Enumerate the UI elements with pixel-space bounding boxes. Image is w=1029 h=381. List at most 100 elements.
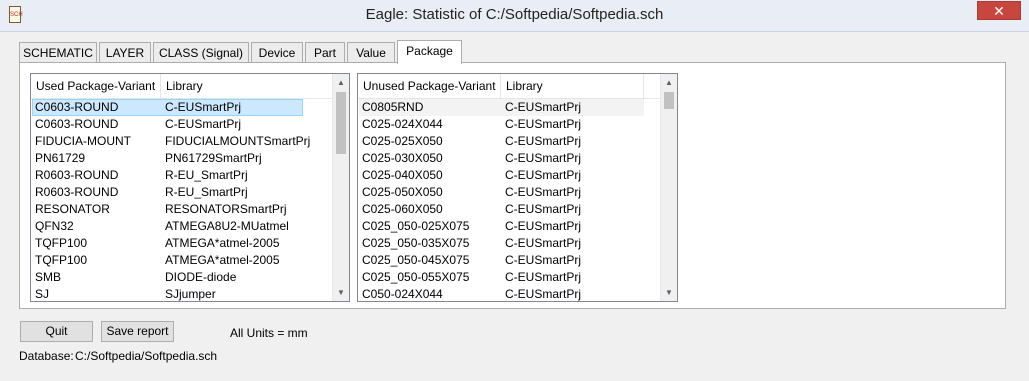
library-cell: DIODE-diode xyxy=(165,270,237,284)
table-row[interactable]: C0603-ROUND C-EUSmartPrj xyxy=(31,99,332,116)
package-variant-cell: PN61729 xyxy=(35,151,86,165)
vertical-scrollbar[interactable]: ▲ ▼ xyxy=(332,74,349,301)
table-row[interactable]: QFN32 ATMEGA8U2-MUatmel xyxy=(31,218,332,235)
library-cell: C-EUSmartPrj xyxy=(505,168,582,182)
package-variant-cell: C0805RND xyxy=(362,100,424,114)
package-variant-cell: C025-025X050 xyxy=(362,134,443,148)
package-variant-cell: C025-040X050 xyxy=(362,168,443,182)
scroll-down-arrow-icon[interactable]: ▼ xyxy=(333,284,349,301)
table-row[interactable]: C0805RND C-EUSmartPrj xyxy=(358,99,660,116)
package-variant-cell: TQFP100 xyxy=(35,253,88,267)
library-cell: C-EUSmartPrj xyxy=(505,100,582,114)
quit-button[interactable]: Quit xyxy=(20,321,93,342)
used-list-header: Used Package-Variant Library xyxy=(31,74,334,99)
used-rows: C0603-ROUND C-EUSmartPrj C0603-ROUND C-E… xyxy=(31,99,332,301)
table-row[interactable]: C025_050-035X075 C-EUSmartPrj xyxy=(358,235,660,252)
table-row[interactable]: SJ SJjumper xyxy=(31,286,332,301)
library-cell: SJjumper xyxy=(165,287,216,301)
column-header-library[interactable]: Library xyxy=(161,74,334,98)
column-header-library[interactable]: Library xyxy=(501,74,644,98)
column-header-used-package-variant[interactable]: Used Package-Variant xyxy=(31,74,161,98)
scroll-up-arrow-icon[interactable]: ▲ xyxy=(661,74,677,91)
table-row[interactable]: C025_050-025X075 C-EUSmartPrj xyxy=(358,218,660,235)
tab-part[interactable]: Part xyxy=(305,42,345,63)
window-title: Eagle: Statistic of C:/Softpedia/Softped… xyxy=(365,6,664,23)
package-variant-cell: TQFP100 xyxy=(35,236,88,250)
package-variant-cell: C025-060X050 xyxy=(362,202,443,216)
table-row[interactable]: R0603-ROUND R-EU_SmartPrj xyxy=(31,184,332,201)
package-variant-cell: C0603-ROUND xyxy=(35,100,119,114)
table-row[interactable]: TQFP100 ATMEGA*atmel-2005 xyxy=(31,235,332,252)
tab-layer[interactable]: LAYER xyxy=(99,42,151,63)
vertical-scrollbar[interactable]: ▲ ▼ xyxy=(660,74,677,301)
save-report-button[interactable]: Save report xyxy=(101,321,174,342)
package-variant-cell: C025-030X050 xyxy=(362,151,443,165)
library-cell: C-EUSmartPrj xyxy=(505,287,582,301)
table-row[interactable]: C025-024X044 C-EUSmartPrj xyxy=(358,116,660,133)
library-cell: C-EUSmartPrj xyxy=(505,253,582,267)
table-row[interactable]: FIDUCIA-MOUNT FIDUCIALMOUNTSmartPrj xyxy=(31,133,332,150)
library-cell: FIDUCIALMOUNTSmartPrj xyxy=(165,134,311,148)
package-variant-cell: C025_050-025X075 xyxy=(362,219,470,233)
title-bar: SCH Eagle: Statistic of C:/Softpedia/Sof… xyxy=(0,0,1029,32)
table-row[interactable]: C025_050-045X075 C-EUSmartPrj xyxy=(358,252,660,269)
table-row[interactable]: C025-050X050 C-EUSmartPrj xyxy=(358,184,660,201)
package-variant-cell: RESONATOR xyxy=(35,202,110,216)
unused-rows: C0805RND C-EUSmartPrj C025-024X044 C-EUS… xyxy=(358,99,660,301)
table-row[interactable]: C025-060X050 C-EUSmartPrj xyxy=(358,201,660,218)
library-cell: C-EUSmartPrj xyxy=(505,134,582,148)
table-row[interactable]: R0603-ROUND R-EU_SmartPrj xyxy=(31,167,332,184)
library-cell: ATMEGA*atmel-2005 xyxy=(165,236,280,250)
library-cell: C-EUSmartPrj xyxy=(165,100,242,114)
library-cell: C-EUSmartPrj xyxy=(165,117,242,131)
close-button[interactable]: ✕ xyxy=(977,1,1021,20)
package-variant-cell: C025_050-035X075 xyxy=(362,236,470,250)
library-cell: C-EUSmartPrj xyxy=(505,270,582,284)
database-label: Database: xyxy=(19,349,74,363)
table-row[interactable]: C025-025X050 C-EUSmartPrj xyxy=(358,133,660,150)
library-cell: RESONATORSmartPrj xyxy=(165,202,287,216)
table-row[interactable]: C025_050-055X075 C-EUSmartPrj xyxy=(358,269,660,286)
tab-schematic[interactable]: SCHEMATIC xyxy=(19,42,97,63)
library-cell: C-EUSmartPrj xyxy=(505,151,582,165)
unused-list-header: Unused Package-Variant Library xyxy=(358,74,660,99)
scroll-up-arrow-icon[interactable]: ▲ xyxy=(333,74,349,91)
library-cell: C-EUSmartPrj xyxy=(505,185,582,199)
units-label: All Units = mm xyxy=(230,326,308,340)
table-row[interactable]: C025-040X050 C-EUSmartPrj xyxy=(358,167,660,184)
package-variant-cell: QFN32 xyxy=(35,219,74,233)
package-variant-cell: C025_050-045X075 xyxy=(362,253,470,267)
table-row[interactable]: PN61729 PN61729SmartPrj xyxy=(31,150,332,167)
package-variant-cell: C025_050-055X075 xyxy=(362,270,470,284)
tab-class-signal[interactable]: CLASS (Signal) xyxy=(153,42,249,63)
table-row[interactable]: RESONATOR RESONATORSmartPrj xyxy=(31,201,332,218)
tab-device[interactable]: Device xyxy=(251,42,303,63)
library-cell: C-EUSmartPrj xyxy=(505,236,582,250)
library-cell: C-EUSmartPrj xyxy=(505,219,582,233)
table-row[interactable]: C025-030X050 C-EUSmartPrj xyxy=(358,150,660,167)
table-row[interactable]: C050-024X044 C-EUSmartPrj xyxy=(358,286,660,301)
library-cell: R-EU_SmartPrj xyxy=(165,185,248,199)
column-header-unused-package-variant[interactable]: Unused Package-Variant xyxy=(358,74,501,98)
library-cell: C-EUSmartPrj xyxy=(505,117,582,131)
package-variant-cell: SMB xyxy=(35,270,62,284)
package-variant-cell: FIDUCIA-MOUNT xyxy=(35,134,131,148)
package-variant-cell: C025-024X044 xyxy=(362,117,443,131)
package-panel: Used Package-Variant Library C0603-ROUND… xyxy=(19,62,1006,309)
scroll-thumb[interactable] xyxy=(664,92,674,109)
package-variant-cell: C050-024X044 xyxy=(362,287,443,301)
scroll-thumb[interactable] xyxy=(336,92,346,154)
database-path: C:/Softpedia/Softpedia.sch xyxy=(75,349,218,363)
table-row[interactable]: SMB DIODE-diode xyxy=(31,269,332,286)
package-variant-cell: R0603-ROUND xyxy=(35,168,119,182)
library-cell: R-EU_SmartPrj xyxy=(165,168,248,182)
table-row[interactable]: TQFP100 ATMEGA*atmel-2005 xyxy=(31,252,332,269)
library-cell: PN61729SmartPrj xyxy=(165,151,262,165)
package-variant-cell: SJ xyxy=(35,287,50,301)
scroll-down-arrow-icon[interactable]: ▼ xyxy=(661,284,677,301)
tab-package[interactable]: Package xyxy=(397,40,462,64)
unused-package-list[interactable]: Unused Package-Variant Library C0805RND … xyxy=(357,73,678,302)
tab-value[interactable]: Value xyxy=(347,42,395,63)
table-row[interactable]: C0603-ROUND C-EUSmartPrj xyxy=(31,116,332,133)
used-package-list[interactable]: Used Package-Variant Library C0603-ROUND… xyxy=(30,73,350,302)
